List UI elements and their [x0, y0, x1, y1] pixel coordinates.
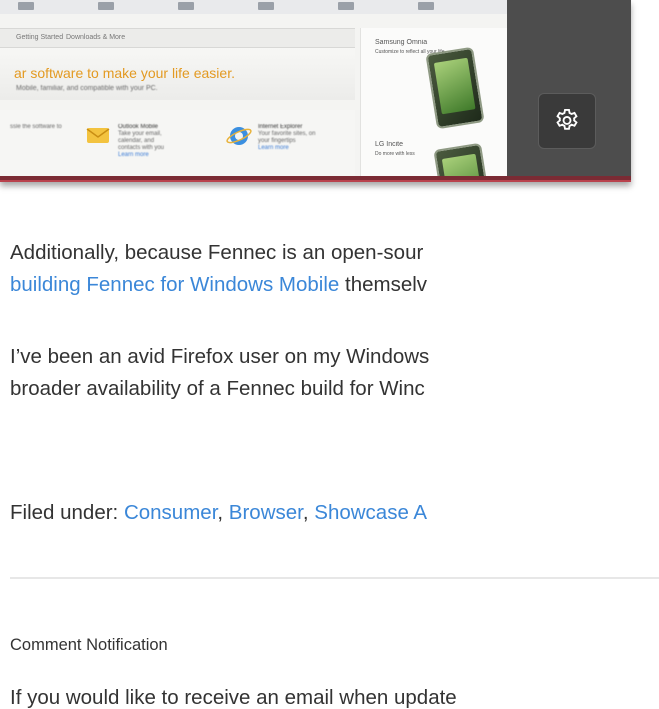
- ad-title: Samsung Omnia: [375, 39, 428, 46]
- category-link-browser[interactable]: Browser: [229, 501, 303, 524]
- paragraph-open-source: Additionally, because Fennec is an open-…: [10, 237, 427, 301]
- internet-explorer-icon: [226, 127, 252, 145]
- filed-under-label: Filed under:: [10, 501, 124, 524]
- app-link: Learn more: [258, 145, 289, 151]
- category-separator: ,: [217, 501, 229, 524]
- article-page: Getting Started Downloads & More ar soft…: [0, 0, 659, 709]
- screenshot-nav-item: Downloads & More: [66, 34, 126, 41]
- paragraph-text: broader availability of a Fennec build f…: [10, 377, 425, 400]
- paragraph-text: themselv: [339, 273, 428, 296]
- comment-notification-text: If you would like to receive an email wh…: [10, 686, 457, 709]
- app-link: Learn more: [118, 152, 149, 158]
- screenshot-dark-panel: [507, 0, 631, 176]
- fennec-build-link[interactable]: building Fennec for Windows Mobile: [10, 273, 339, 296]
- settings-button: [538, 93, 596, 149]
- app-title: Internet Explorer: [258, 124, 303, 130]
- envelope-icon: [86, 128, 110, 143]
- screenshot-hero: ar software to make your life easier. Mo…: [0, 48, 355, 100]
- ad-desc: Do more with less: [375, 151, 415, 157]
- gear-icon: [556, 108, 578, 130]
- phone-image: [425, 46, 485, 130]
- app-desc: Your favorite sites, on your fingertips: [258, 131, 316, 144]
- screenshot-nav-item: Getting Started: [16, 34, 64, 41]
- article-screenshot: Getting Started Downloads & More ar soft…: [0, 0, 631, 182]
- category-separator: ,: [302, 501, 315, 524]
- phone-image: [433, 142, 493, 176]
- ad-title: LG Incite: [375, 141, 404, 148]
- paragraph-text: Additionally, because Fennec is an open-…: [10, 241, 424, 264]
- screenshot-apps: ssle the software to Outlook Mobile Take…: [0, 110, 355, 176]
- paragraph-text: I’ve been an avid Firefox user on my Win…: [10, 345, 430, 368]
- comment-notification-title: Comment Notification: [10, 636, 168, 654]
- screenshot-sidebar: Samsung Omnia Customize to reflect all y…: [360, 28, 507, 176]
- screenshot-tagline: ar software to make your life easier.: [14, 65, 235, 81]
- screenshot-webpage: Getting Started Downloads & More ar soft…: [0, 0, 507, 176]
- screenshot-ad: LG Incite Do more with less: [375, 140, 415, 159]
- screenshot-app-text: ssle the software to: [10, 124, 62, 130]
- screenshot-subline: Mobile, familiar, and compatible with yo…: [16, 85, 158, 92]
- category-link-showcase[interactable]: Showcase A: [314, 501, 427, 524]
- filed-under: Filed under: Consumer, Browser, Showcase…: [10, 497, 427, 529]
- app-desc: Take your email, calendar, and contacts …: [118, 131, 165, 151]
- paragraph-firefox-user: I’ve been an avid Firefox user on my Win…: [10, 341, 429, 405]
- category-link-consumer[interactable]: Consumer: [124, 501, 217, 524]
- app-title: Outlook Mobile: [118, 124, 159, 130]
- section-divider: [10, 577, 659, 579]
- screenshot-nav: Getting Started Downloads & More: [0, 28, 355, 48]
- screenshot-thumbnail-strip: [0, 0, 507, 14]
